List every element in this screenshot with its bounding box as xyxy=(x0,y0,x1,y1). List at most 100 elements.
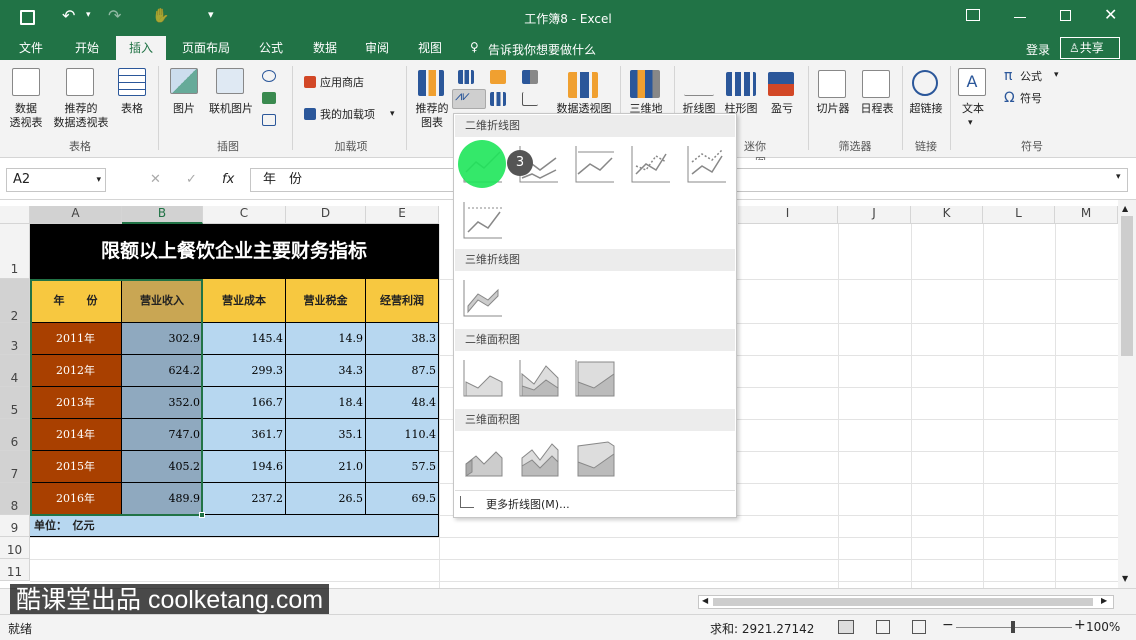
column-chart-icon[interactable] xyxy=(458,70,474,84)
cell-cost[interactable]: 145.4 xyxy=(203,323,286,355)
tell-me-search[interactable]: 告诉我你想要做什么 xyxy=(488,41,596,58)
row-header-6[interactable]: 6 xyxy=(0,419,30,451)
cell-profit[interactable]: 48.4 xyxy=(366,387,439,419)
cell-profit[interactable]: 87.5 xyxy=(366,355,439,387)
line-markers-option[interactable] xyxy=(630,144,672,184)
redo-icon[interactable]: ↷ xyxy=(108,6,121,25)
row-header-5[interactable]: 5 xyxy=(0,387,30,419)
tab-formulas[interactable]: 公式 xyxy=(248,36,294,60)
text-button[interactable]: 文本 xyxy=(954,102,992,116)
scroll-down-icon[interactable]: ▼ xyxy=(1122,574,1128,583)
more-line-charts-link[interactable]: 更多折线图(M)... xyxy=(486,496,570,512)
pivot-table-button[interactable]: 数据 透视表 xyxy=(4,102,48,130)
zoom-level[interactable]: 100% xyxy=(1086,620,1120,634)
vertical-scrollbar[interactable]: ▲ ▼ xyxy=(1118,200,1136,588)
scroll-left-icon[interactable]: ◀ xyxy=(702,596,708,605)
ribbon-display-icon[interactable] xyxy=(966,9,980,21)
my-addins-button[interactable]: 我的加载项 xyxy=(320,108,386,122)
symbol-button[interactable]: 符号 xyxy=(1020,92,1050,106)
tab-insert[interactable]: 插入 xyxy=(116,36,166,60)
row-header-7[interactable]: 7 xyxy=(0,451,30,483)
name-box-dropdown-icon[interactable]: ▾ xyxy=(96,169,101,191)
horizontal-scroll-thumb[interactable] xyxy=(713,598,1093,606)
col-header-d[interactable]: D xyxy=(286,206,366,224)
hierarchy-chart-icon[interactable] xyxy=(490,70,506,84)
name-box[interactable]: A2 ▾ xyxy=(6,168,106,192)
sign-in-link[interactable]: 登录 xyxy=(1026,41,1050,58)
statistic-chart-icon[interactable] xyxy=(490,92,506,106)
area-option[interactable] xyxy=(462,358,504,398)
col-header-k[interactable]: K xyxy=(911,206,983,224)
slicer-button[interactable]: 切片器 xyxy=(812,102,854,116)
maximize-icon[interactable] xyxy=(1060,10,1071,21)
cell-tax[interactable]: 26.5 xyxy=(286,483,366,515)
tab-file[interactable]: 文件 xyxy=(8,36,54,60)
3d-stacked-area-option[interactable] xyxy=(518,438,560,478)
100-stacked-line-option[interactable] xyxy=(574,144,616,184)
timeline-button[interactable]: 日程表 xyxy=(856,102,898,116)
unit-note[interactable]: 单位： 亿元 xyxy=(30,515,439,537)
waterfall-chart-icon[interactable] xyxy=(522,70,538,84)
pictures-button[interactable]: 图片 xyxy=(166,102,202,116)
row-header-10[interactable]: 10 xyxy=(0,537,30,559)
fill-handle[interactable] xyxy=(199,512,205,518)
3d-area-option[interactable] xyxy=(462,438,504,478)
zoom-in-icon[interactable]: + xyxy=(1074,617,1086,633)
col-header-c[interactable]: C xyxy=(203,206,286,224)
touch-mode-icon[interactable]: ✋ xyxy=(152,8,169,24)
scroll-right-icon[interactable]: ▶ xyxy=(1101,596,1107,605)
share-button[interactable]: ♙共享 xyxy=(1060,37,1120,59)
recommended-charts-button[interactable]: 推荐的 图表 xyxy=(410,102,454,130)
page-break-view-icon[interactable] xyxy=(912,620,926,634)
cell-cost[interactable]: 299.3 xyxy=(203,355,286,387)
col-header-l[interactable]: L xyxy=(983,206,1055,224)
sheet-title[interactable]: 限额以上餐饮企业主要财务指标 xyxy=(30,224,439,279)
cell-cost[interactable]: 361.7 xyxy=(203,419,286,451)
header-profit[interactable]: 经营利润 xyxy=(366,279,439,323)
3d-line-option[interactable] xyxy=(462,278,504,318)
scatter-chart-icon[interactable] xyxy=(522,92,538,106)
tab-view[interactable]: 视图 xyxy=(407,36,453,60)
close-icon[interactable]: ✕ xyxy=(1104,5,1117,24)
scroll-up-icon[interactable]: ▲ xyxy=(1122,204,1128,213)
table-button[interactable]: 表格 xyxy=(114,102,150,116)
row-header-4[interactable]: 4 xyxy=(0,355,30,387)
cell-profit[interactable]: 69.5 xyxy=(366,483,439,515)
equation-button[interactable]: 公式 xyxy=(1020,70,1050,84)
header-tax[interactable]: 营业税金 xyxy=(286,279,366,323)
zoom-slider-thumb[interactable] xyxy=(1011,621,1015,633)
tab-data[interactable]: 数据 xyxy=(302,36,348,60)
recommended-pivot-button[interactable]: 推荐的 数据透视表 xyxy=(44,102,118,130)
col-header-a[interactable]: A xyxy=(30,206,122,224)
row-header-9[interactable]: 9 xyxy=(0,515,30,537)
online-pictures-button[interactable]: 联机图片 xyxy=(204,102,258,116)
header-cost[interactable]: 营业成本 xyxy=(203,279,286,323)
page-layout-view-icon[interactable] xyxy=(876,620,890,634)
cell-tax[interactable]: 18.4 xyxy=(286,387,366,419)
customize-qat-icon[interactable]: ▾ xyxy=(208,8,214,21)
cell-tax[interactable]: 14.9 xyxy=(286,323,366,355)
stacked-line-markers-option[interactable] xyxy=(686,144,728,184)
cancel-icon[interactable]: ✕ xyxy=(150,172,161,187)
col-header-e[interactable]: E xyxy=(366,206,439,224)
equation-dropdown-icon[interactable]: ▾ xyxy=(1054,70,1059,80)
store-button[interactable]: 应用商店 xyxy=(320,76,376,90)
row-header-8[interactable]: 8 xyxy=(0,483,30,515)
col-header-b[interactable]: B xyxy=(122,206,203,224)
shapes-icon[interactable] xyxy=(262,70,276,82)
my-addins-dropdown-icon[interactable]: ▾ xyxy=(390,109,395,119)
sparkline-winloss-button[interactable]: 盈亏 xyxy=(764,102,800,116)
stacked-area-option[interactable] xyxy=(518,358,560,398)
undo-dropdown-icon[interactable]: ▾ xyxy=(86,10,91,20)
vertical-scroll-thumb[interactable] xyxy=(1121,216,1133,356)
cell-tax[interactable]: 34.3 xyxy=(286,355,366,387)
cell-profit[interactable]: 110.4 xyxy=(366,419,439,451)
cell-cost[interactable]: 237.2 xyxy=(203,483,286,515)
col-header-j[interactable]: J xyxy=(838,206,911,224)
minimize-icon[interactable] xyxy=(1014,17,1026,18)
undo-icon[interactable]: ↶ xyxy=(62,6,75,25)
cell-profit[interactable]: 57.5 xyxy=(366,451,439,483)
insert-function-icon[interactable]: fx xyxy=(222,172,234,187)
text-dropdown-icon[interactable]: ▾ xyxy=(968,118,973,128)
cell-tax[interactable]: 21.0 xyxy=(286,451,366,483)
